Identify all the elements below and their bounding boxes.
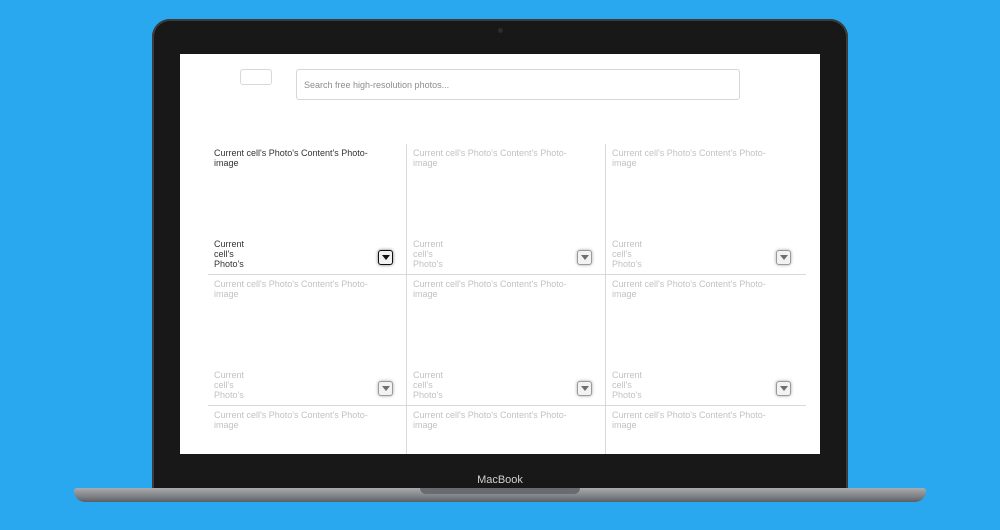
download-arrow-icon — [580, 386, 589, 391]
photo-cell[interactable]: Current cell's Photo's Content's Photo-i… — [208, 144, 407, 274]
photo-meta-line: Photo's — [612, 390, 642, 400]
photo-meta: Current cell's Photo's — [413, 370, 453, 400]
photo-cell[interactable]: Current cell's Photo's Content's Photo-i… — [407, 406, 606, 454]
photo-cell[interactable]: Current cell's Photo's Content's Photo-i… — [407, 275, 606, 405]
logo-box[interactable] — [240, 69, 272, 85]
photo-cell[interactable]: Current cell's Photo's Content's Photo-i… — [208, 406, 407, 454]
photo-cell[interactable]: Current cell's Photo's Content's Photo-i… — [606, 144, 806, 274]
photo-caption: Current cell's Photo's Content's Photo-i… — [413, 410, 567, 430]
photo-caption: Current cell's Photo's Content's Photo-i… — [214, 410, 368, 430]
download-button[interactable] — [577, 381, 592, 396]
photo-meta-line: Photo's — [413, 390, 443, 400]
photo-meta-line: Photo's — [214, 390, 244, 400]
photo-meta-line: cell's — [612, 249, 632, 259]
laptop-notch — [420, 488, 580, 494]
photo-meta-line: Current — [214, 370, 245, 380]
download-button[interactable] — [776, 250, 791, 265]
device-brand-label: MacBook — [477, 474, 523, 486]
photo-meta-line: Current — [214, 239, 245, 249]
photo-meta-line: Current — [413, 370, 444, 380]
download-arrow-icon — [580, 255, 589, 260]
photo-meta-line: cell's — [413, 249, 433, 259]
photo-meta: Current cell's Photo's — [214, 370, 254, 400]
photo-meta: Current cell's Photo's — [214, 239, 254, 269]
photo-grid: Current cell's Photo's Content's Photo-i… — [208, 144, 806, 454]
photo-meta-line: cell's — [214, 380, 234, 390]
photo-caption: Current cell's Photo's Content's Photo-i… — [612, 279, 766, 299]
photo-meta: Current cell's Photo's — [612, 239, 652, 269]
download-arrow-icon — [779, 386, 788, 391]
photo-meta: Current cell's Photo's — [612, 370, 652, 400]
search-input[interactable] — [296, 69, 740, 100]
photo-meta-line: cell's — [413, 380, 433, 390]
laptop-base — [74, 488, 926, 502]
photo-cell[interactable]: Current cell's Photo's Content's Photo-i… — [407, 144, 606, 274]
photo-cell[interactable]: Current cell's Photo's Content's Photo-i… — [606, 406, 806, 454]
download-button[interactable] — [776, 381, 791, 396]
photo-cell[interactable]: Current cell's Photo's Content's Photo-i… — [208, 275, 407, 405]
photo-meta-line: Current — [413, 239, 444, 249]
download-button[interactable] — [378, 381, 393, 396]
photo-meta: Current cell's Photo's — [413, 239, 453, 269]
photo-cell[interactable]: Current cell's Photo's Content's Photo-i… — [606, 275, 806, 405]
download-button[interactable] — [378, 250, 393, 265]
photo-caption: Current cell's Photo's Content's Photo-i… — [612, 410, 766, 430]
photo-caption: Current cell's Photo's Content's Photo-i… — [413, 148, 567, 168]
stage: Current cell's Photo's Content's Photo-i… — [0, 0, 1000, 530]
photo-meta-line: Photo's — [214, 259, 244, 269]
laptop-bezel: Current cell's Photo's Content's Photo-i… — [152, 19, 848, 491]
photo-caption: Current cell's Photo's Content's Photo-i… — [413, 279, 567, 299]
photo-caption: Current cell's Photo's Content's Photo-i… — [214, 279, 368, 299]
photo-caption: Current cell's Photo's Content's Photo-i… — [214, 148, 368, 168]
photo-meta-line: cell's — [612, 380, 632, 390]
photo-meta-line: Photo's — [413, 259, 443, 269]
photo-meta-line: Current — [612, 370, 643, 380]
camera-icon — [498, 28, 503, 33]
download-button[interactable] — [577, 250, 592, 265]
photo-caption: Current cell's Photo's Content's Photo-i… — [612, 148, 766, 168]
photo-meta-line: cell's — [214, 249, 234, 259]
photo-meta-line: Photo's — [612, 259, 642, 269]
download-arrow-icon — [779, 255, 788, 260]
app-screen: Current cell's Photo's Content's Photo-i… — [180, 54, 820, 454]
download-arrow-icon — [381, 386, 390, 391]
photo-meta-line: Current — [612, 239, 643, 249]
download-arrow-icon — [381, 255, 390, 260]
